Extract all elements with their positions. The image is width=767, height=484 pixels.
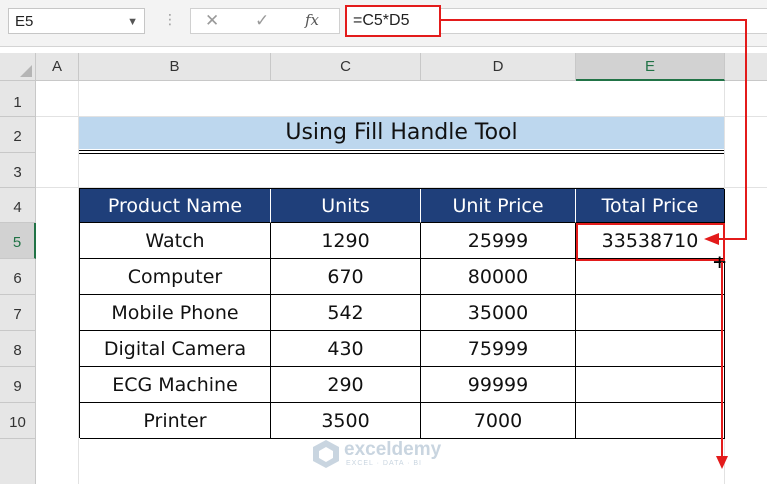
fill-arrow-head: [716, 456, 728, 469]
formula-arrow: [441, 19, 747, 240]
formula-arrow-head: [704, 233, 719, 245]
annotation-arrows: [441, 19, 747, 469]
exceldemy-watermark: exceldemy EXCEL · DATA · BI: [312, 437, 472, 471]
watermark-tagline: EXCEL · DATA · BI: [346, 460, 422, 467]
exceldemy-logo-icon: [313, 440, 339, 468]
watermark-name: exceldemy: [344, 439, 442, 460]
